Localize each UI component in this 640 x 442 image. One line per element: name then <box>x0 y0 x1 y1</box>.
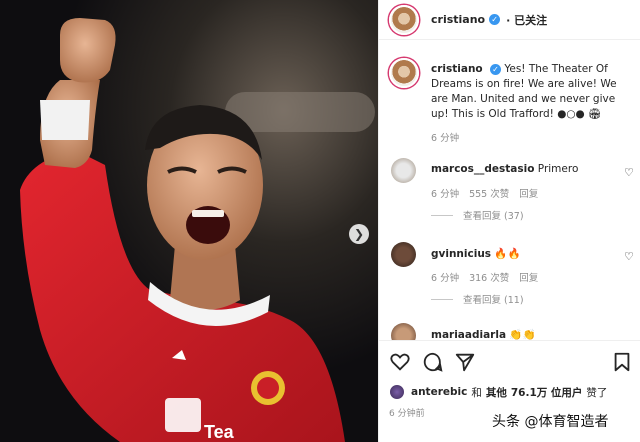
liker-avatar[interactable] <box>389 384 405 400</box>
comment-username[interactable]: mariaadiarla <box>431 329 506 340</box>
ronaldo-celebration-image: Tea <box>0 0 378 442</box>
liker-username[interactable]: anterebic <box>411 386 467 398</box>
watermark: 头条 @体育智造者 <box>492 414 609 430</box>
comment-text: gvinnicius 🔥🔥 <box>431 247 521 260</box>
post-header: cristiano ✓ · 已关注 <box>379 0 640 40</box>
comment-username[interactable]: gvinnicius <box>431 248 491 260</box>
share-icon[interactable] <box>454 351 476 373</box>
comment-text: marcos__destasio Primero <box>431 163 578 175</box>
comment: mariaadiarla 👏👏 <box>389 323 639 340</box>
next-arrow-icon[interactable]: ❯ <box>349 224 369 244</box>
comment-text: mariaadiarla 👏👏 <box>431 328 536 340</box>
caption-time: 6 分钟 <box>431 133 460 144</box>
follow-status[interactable]: · 已关注 <box>506 12 547 28</box>
likes-suffix: 赞了 <box>586 386 608 399</box>
caption-avatar[interactable] <box>389 58 419 88</box>
likes-others[interactable]: 其他 <box>486 385 507 400</box>
comment-icon[interactable] <box>422 351 444 373</box>
comment-meta: 6 分钟 316 次赞 回复 <box>431 270 548 284</box>
view-replies[interactable]: 查看回复 (37) <box>431 208 524 222</box>
verified-icon: ✓ <box>489 14 501 25</box>
comment-username[interactable]: marcos__destasio <box>431 163 534 175</box>
comment-meta: 6 分钟 555 次赞 回复 <box>431 186 548 200</box>
likes-count[interactable]: 76.1万 位用户 <box>511 385 583 400</box>
view-replies[interactable]: 查看回复 (11) <box>431 292 524 306</box>
comment-time: 6 分钟 <box>431 273 460 284</box>
reply-button[interactable]: 回复 <box>519 189 538 200</box>
comment-body: 👏👏 <box>509 329 536 340</box>
author-avatar[interactable] <box>389 4 419 35</box>
comment-body: Primero <box>537 163 579 175</box>
likes-and: 和 <box>471 386 482 399</box>
caption-username[interactable]: cristiano <box>431 63 483 75</box>
comment-avatar[interactable] <box>391 242 416 267</box>
post-time: 6 分钟前 <box>389 409 425 419</box>
bookmark-icon[interactable] <box>611 351 633 373</box>
comment-likes[interactable]: 555 次赞 <box>469 189 509 200</box>
comment-heart-icon[interactable]: ♡ <box>624 250 634 263</box>
comment-time: 6 分钟 <box>431 189 460 200</box>
reply-button[interactable]: 回复 <box>519 273 538 284</box>
action-bar <box>379 340 640 380</box>
post-photo: Tea ❯ <box>0 0 378 442</box>
verified-icon: ✓ <box>490 64 501 75</box>
comment-body: 🔥🔥 <box>494 248 521 260</box>
heart-icon[interactable] <box>389 351 411 373</box>
comment-likes[interactable]: 316 次赞 <box>469 273 509 284</box>
post-panel: cristiano ✓ · 已关注 cristiano ✓ Yes! The T… <box>378 0 640 442</box>
post-caption: cristiano ✓ Yes! The Theater Of Dreams i… <box>389 58 634 122</box>
comment-heart-icon[interactable]: ♡ <box>624 166 634 179</box>
caption-text: cristiano ✓ Yes! The Theater Of Dreams i… <box>431 62 634 122</box>
author-username[interactable]: cristiano <box>431 13 485 26</box>
likes-summary: anterebic 和 其他 76.1万 位用户 赞了 <box>389 384 607 400</box>
comment-avatar[interactable] <box>391 323 416 340</box>
svg-text:Tea: Tea <box>204 422 235 442</box>
comment-avatar[interactable] <box>391 158 416 183</box>
